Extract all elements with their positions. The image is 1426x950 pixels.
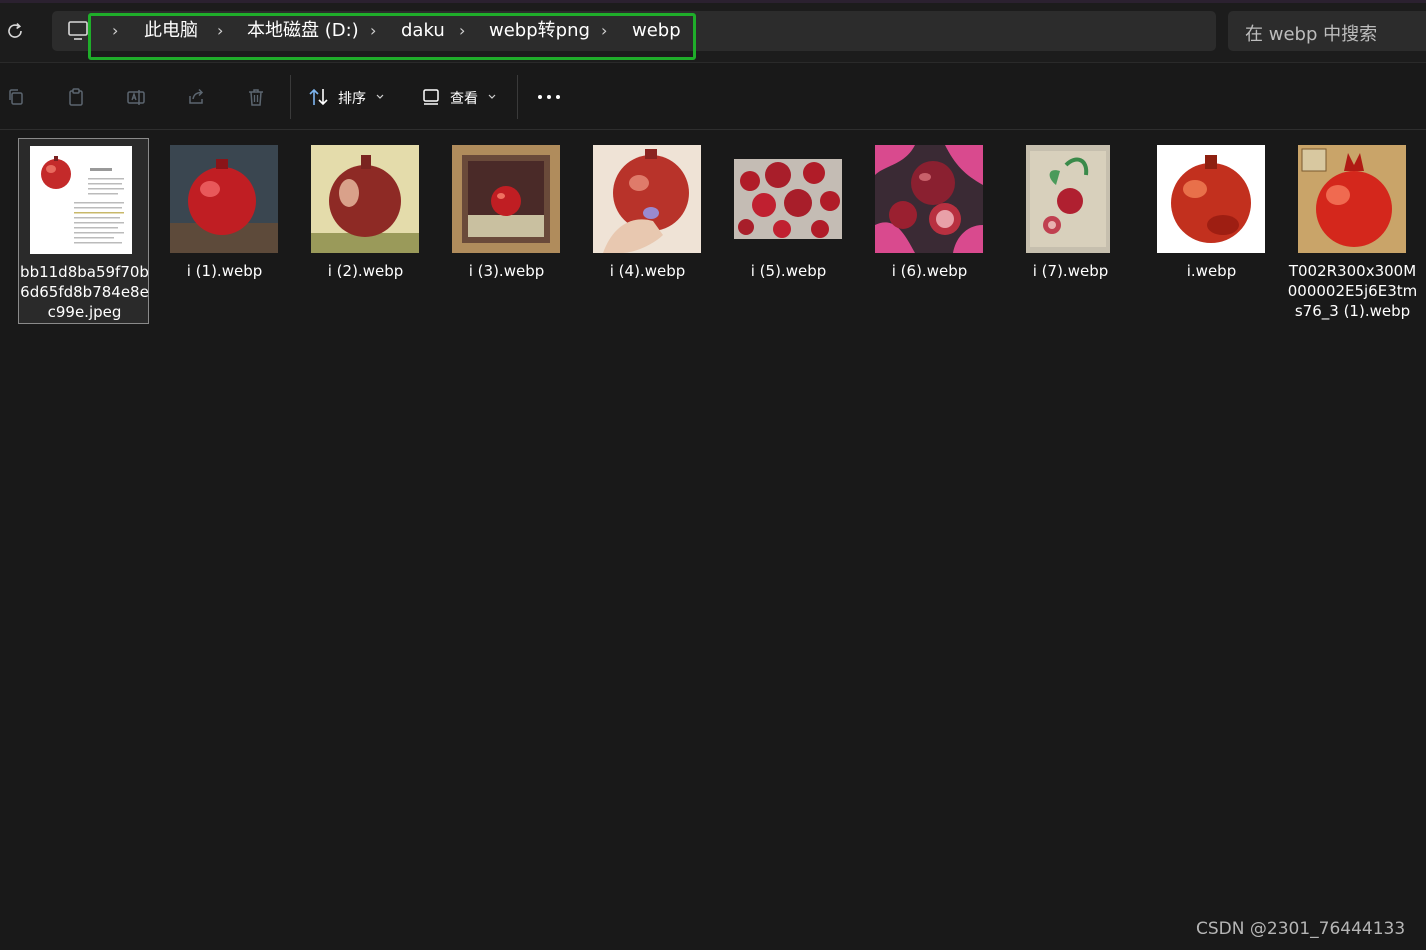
sort-button[interactable]: 排序 (305, 81, 390, 113)
breadcrumb-separator[interactable]: › (459, 19, 465, 43)
file-tile[interactable]: T002R300x300M000002E5j6E3tms76_3 (1).web… (1287, 138, 1418, 324)
file-name: i (7).webp (1032, 262, 1109, 280)
file-tile[interactable]: i (7).webp (1005, 138, 1136, 324)
delete-icon[interactable] (246, 87, 266, 107)
breadcrumb-webp[interactable]: webp (632, 19, 681, 43)
breadcrumb-webp2png[interactable]: webp转png (489, 19, 590, 43)
file-thumbnail (1026, 145, 1110, 253)
file-name: i (6).webp (891, 262, 968, 280)
more-icon[interactable] (537, 92, 561, 102)
file-name: i (1).webp (186, 262, 263, 280)
file-tile[interactable]: i (4).webp (582, 138, 713, 324)
file-tile[interactable]: bb11d8ba59f70b6d65fd8b784e8ec99e.jpeg (18, 138, 149, 324)
breadcrumb-this-pc[interactable]: 此电脑 (144, 19, 198, 43)
window-edge (0, 0, 1426, 3)
chevron-down-icon (376, 94, 384, 99)
view-button[interactable]: 查看 (420, 81, 505, 113)
file-thumbnail (311, 145, 419, 253)
file-tile[interactable]: i (1).webp (159, 138, 290, 324)
breadcrumb-separator[interactable]: › (112, 19, 118, 43)
file-name: i (2).webp (327, 262, 404, 280)
file-name: i (4).webp (609, 262, 686, 280)
breadcrumb-separator[interactable]: › (217, 19, 223, 43)
rename-icon[interactable] (126, 87, 146, 107)
file-name: i.webp (1186, 262, 1237, 280)
file-thumbnail (1298, 145, 1406, 253)
refresh-icon[interactable] (4, 20, 26, 42)
sort-icon (309, 88, 328, 106)
watermark: CSDN @2301_76444133 (1196, 919, 1406, 939)
view-icon (423, 89, 439, 105)
file-tile[interactable]: i.webp (1146, 138, 1277, 324)
file-tile[interactable]: i (6).webp (864, 138, 995, 324)
file-thumbnail (593, 145, 701, 253)
file-tile[interactable]: i (2).webp (300, 138, 431, 324)
file-thumbnail (1157, 145, 1265, 253)
file-name: bb11d8ba59f70b6d65fd8b784e8ec99e.jpeg (20, 263, 149, 321)
toolbar-divider (290, 75, 291, 119)
search-placeholder: 在 webp 中搜索 (1245, 24, 1378, 45)
view-label: 查看 (450, 91, 478, 107)
file-thumbnail (452, 145, 560, 253)
paste-icon[interactable] (66, 87, 86, 107)
file-thumbnail (30, 146, 132, 254)
file-thumbnail (734, 145, 842, 253)
file-thumbnail (170, 145, 278, 253)
sort-label: 排序 (338, 91, 366, 107)
breadcrumb-daku[interactable]: daku (401, 19, 445, 43)
file-name: T002R300x300M000002E5j6E3tms76_3 (1).web… (1287, 262, 1418, 320)
toolbar-divider (517, 75, 518, 119)
breadcrumb-separator[interactable]: › (601, 19, 607, 43)
share-icon[interactable] (186, 87, 206, 107)
file-thumbnail (875, 145, 983, 253)
file-tile[interactable]: i (3).webp (441, 138, 572, 324)
file-name: i (5).webp (750, 262, 827, 280)
file-tile[interactable]: i (5).webp (723, 138, 854, 324)
search-box[interactable]: 在 webp 中搜索 (1228, 11, 1426, 51)
copy-icon[interactable] (6, 87, 26, 107)
breadcrumb-separator[interactable]: › (370, 19, 376, 43)
file-name: i (3).webp (468, 262, 545, 280)
chevron-down-icon (488, 94, 496, 99)
breadcrumb-local-disk[interactable]: 本地磁盘 (D:) (247, 19, 359, 43)
command-bar: 排序 查看 (0, 62, 1426, 130)
title-bar: › 此电脑 › 本地磁盘 (D:) › daku › webp转png › we… (0, 0, 1426, 62)
